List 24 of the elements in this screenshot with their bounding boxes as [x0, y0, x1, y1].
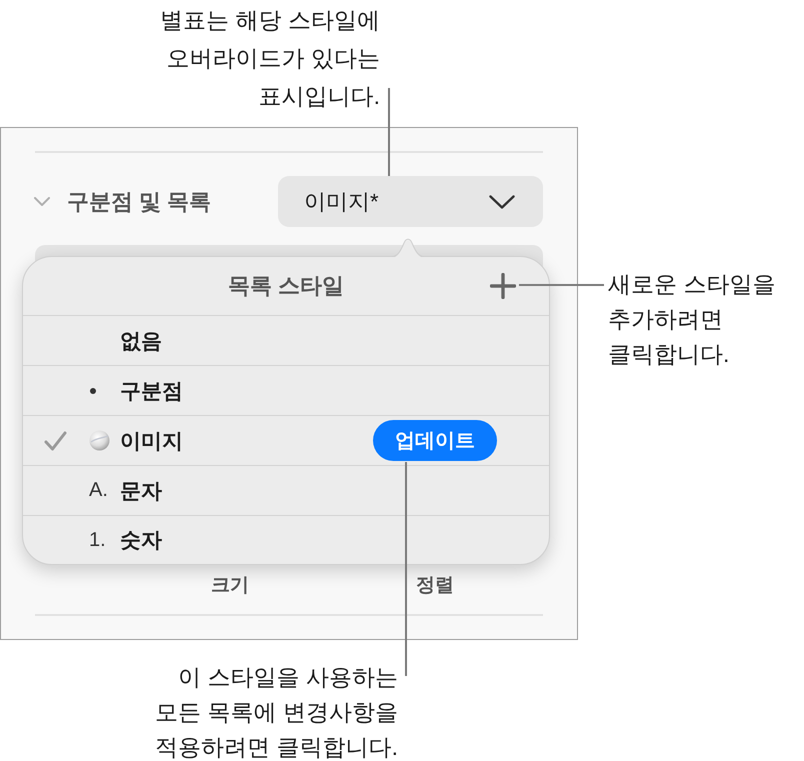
update-button[interactable]: 업데이트: [373, 420, 497, 461]
bullet-dot-icon: [90, 388, 96, 394]
annotation-text: 새로운 스타일을 추가하려면 클릭합니다.: [608, 270, 776, 369]
popover-title: 목록 스타일: [228, 272, 344, 300]
style-name: 구분점: [120, 378, 183, 404]
list-marker: 1.: [89, 528, 106, 552]
style-name: 문자: [120, 478, 162, 504]
style-dropdown[interactable]: 이미지*: [278, 176, 543, 227]
list-marker: A.: [89, 479, 108, 502]
add-style-button[interactable]: [490, 273, 516, 299]
plus-icon: [490, 273, 516, 299]
style-name: 이미지: [120, 428, 183, 454]
style-menu-row[interactable]: 없음: [23, 315, 549, 365]
style-menu-row[interactable]: 이미지 업데이트: [23, 415, 549, 465]
style-name: 없음: [120, 328, 162, 354]
section-title: 구분점 및 목록: [67, 188, 212, 216]
annotation-text: 이 스타일을 사용하는 모든 목록에 변경사항을 적용하려면 클릭합니다.: [155, 663, 398, 761]
annotation-text: 별표는 해당 스타일에 오버라이드가 있다는 표시입니다.: [160, 6, 380, 111]
control-label: 정렬: [415, 574, 455, 598]
style-menu-row[interactable]: 구분점: [23, 365, 549, 415]
chevron-down-icon: [489, 194, 515, 208]
sphere-icon: [89, 430, 110, 451]
style-name: 숫자: [120, 528, 162, 554]
control-label: 크기: [210, 574, 250, 598]
